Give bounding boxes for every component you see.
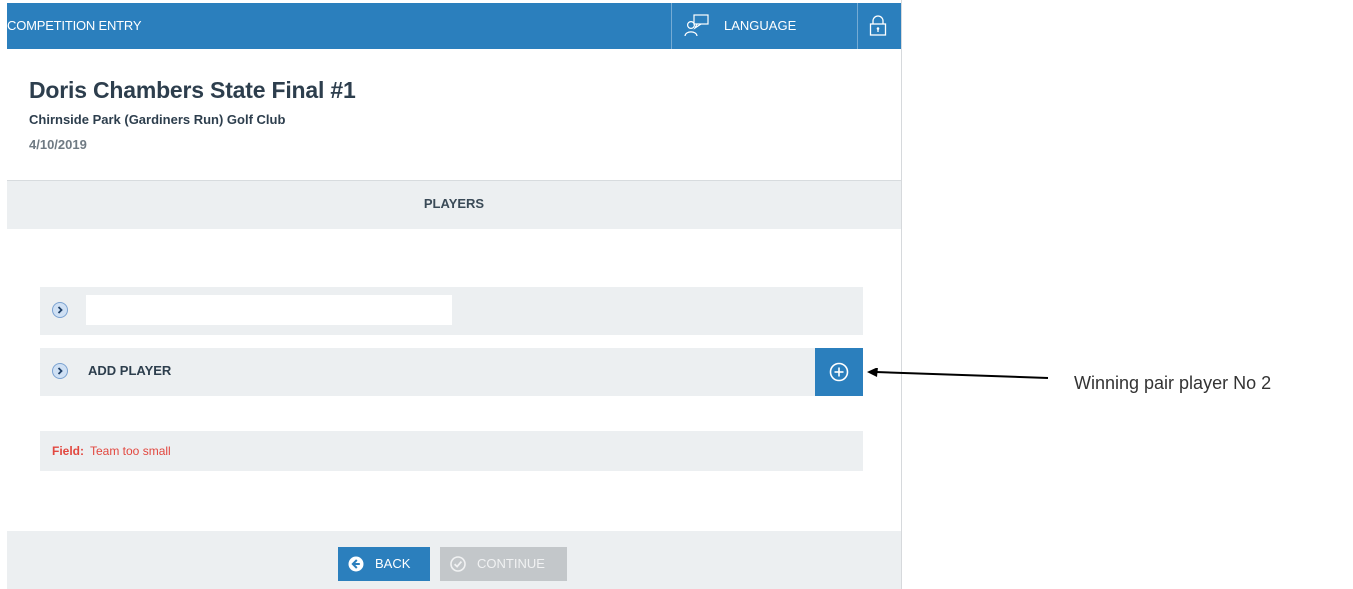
chevron-right-icon[interactable]: [52, 302, 68, 318]
arrow-left-circle-icon: [348, 556, 364, 575]
lock-icon: [869, 15, 887, 36]
player-name-input[interactable]: [86, 295, 452, 325]
players-section-title: PLAYERS: [423, 196, 485, 211]
top-bar: COMPETITION ENTRY LANGUAGE: [7, 3, 901, 49]
add-player-row[interactable]: ADD PLAYER: [40, 348, 863, 396]
continue-button[interactable]: CONTINUE: [440, 547, 567, 581]
lock-button[interactable]: [857, 3, 901, 49]
annotation-text: Winning pair player No 2: [1074, 373, 1272, 393]
add-player-label: ADD PLAYER: [88, 363, 172, 378]
validation-text: Team too small: [90, 444, 171, 458]
callout-arrow-icon: [867, 368, 1049, 379]
player-row: [40, 287, 863, 335]
players-section-header: PLAYERS: [7, 180, 901, 229]
language-chat-icon: [684, 14, 710, 43]
language-label: LANGUAGE: [724, 18, 797, 33]
competition-title: Doris Chambers State Final #1: [29, 77, 356, 103]
continue-label: CONTINUE: [477, 556, 545, 571]
validation-label: Field:: [52, 444, 84, 458]
back-label: BACK: [375, 556, 411, 571]
club-name: Chirnside Park (Gardiners Run) Golf Club: [29, 112, 286, 127]
back-button[interactable]: BACK: [338, 547, 430, 581]
add-player-button[interactable]: [815, 348, 863, 396]
app-title: COMPETITION ENTRY: [7, 18, 142, 33]
competition-entry-app: COMPETITION ENTRY LANGUAGE Doris Chamber…: [7, 0, 902, 589]
competition-date: 4/10/2019: [29, 137, 87, 152]
validation-message: Field: Team too small: [40, 431, 863, 471]
language-button[interactable]: LANGUAGE: [671, 3, 858, 49]
check-circle-icon: [450, 556, 466, 575]
chevron-right-icon[interactable]: [52, 363, 68, 379]
plus-circle-icon: [829, 362, 849, 382]
footer-bar: BACK CONTINUE: [7, 531, 901, 589]
